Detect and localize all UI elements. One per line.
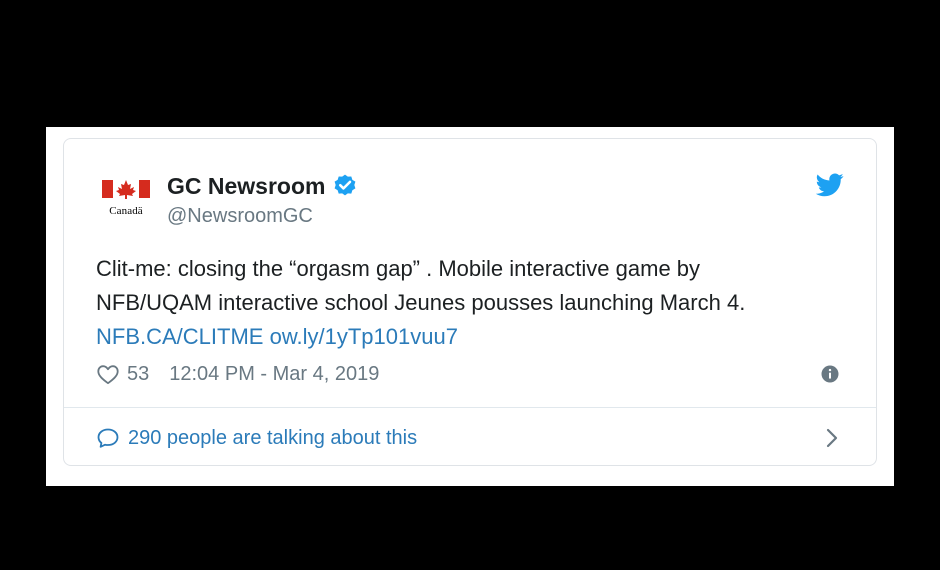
tweet-link-nfb[interactable]: NFB.CA/CLITME bbox=[96, 324, 263, 349]
tweet-link-owly[interactable]: ow.ly/1yTp101vuu7 bbox=[270, 324, 458, 349]
conversation-link-label[interactable]: 290 people are talking about this bbox=[128, 427, 417, 450]
chevron-right-icon[interactable] bbox=[825, 427, 839, 449]
tweet-meta: 53 12:04 PM - Mar 4, 2019 bbox=[96, 361, 379, 387]
tweet-body: Clit-me: closing the “orgasm gap” . Mobi… bbox=[96, 252, 856, 354]
tweet-text-line: Clit-me: closing the “orgasm gap” . Mobi… bbox=[96, 256, 701, 281]
verified-badge-icon bbox=[335, 174, 356, 196]
tweet-text-line: NFB/UQAM interactive school Jeunes pouss… bbox=[96, 290, 746, 315]
like-count[interactable]: 53 bbox=[127, 363, 149, 386]
tweet-timestamp[interactable]: 12:04 PM - Mar 4, 2019 bbox=[169, 363, 379, 386]
tweet-card[interactable]: Canadä GC Newsroom @NewsroomGC Clit-me: … bbox=[63, 138, 877, 466]
card-divider bbox=[64, 407, 876, 408]
tweet-links-line: NFB.CA/CLITME ow.ly/1yTp101vuu7 bbox=[96, 320, 856, 354]
info-icon[interactable] bbox=[821, 365, 839, 383]
canada-flag-icon bbox=[102, 180, 150, 199]
canada-wordmark: Canadä bbox=[109, 205, 143, 217]
canada-wordmark-logo: Canadä bbox=[102, 177, 150, 223]
account-name[interactable]: GC Newsroom bbox=[167, 172, 358, 200]
heart-icon[interactable] bbox=[96, 363, 120, 385]
twitter-bird-icon[interactable] bbox=[816, 173, 844, 197]
conversation-link[interactable]: 290 people are talking about this bbox=[96, 425, 417, 451]
account-name-label[interactable]: GC Newsroom bbox=[167, 172, 325, 200]
speech-bubble-icon bbox=[97, 428, 119, 448]
account-handle[interactable]: @NewsroomGC bbox=[167, 204, 313, 228]
